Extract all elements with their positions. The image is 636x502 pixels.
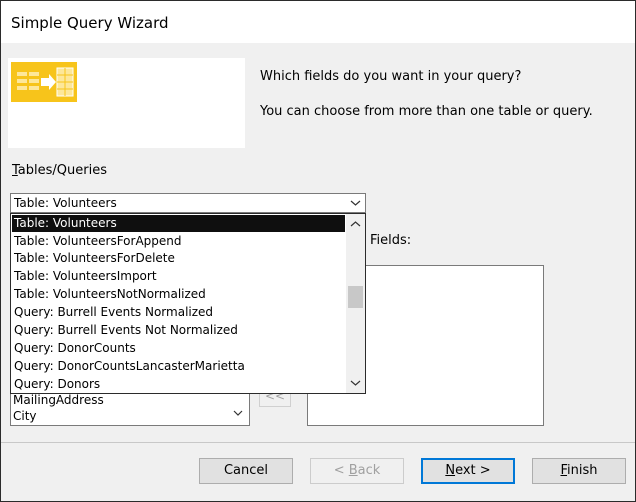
available-field-item[interactable]: MailingAddress [13,393,104,407]
next-access-key: N [445,463,456,478]
chevron-down-icon[interactable] [346,194,365,212]
tables-queries-selected-value: Table: Volunteers [14,196,117,210]
available-fields-list[interactable]: MailingAddress City [10,393,250,426]
prompt-multiple-sources: You can choose from more than one table … [260,104,593,119]
dropdown-option[interactable]: Query: DonorCountsLancasterMarietta [12,358,345,375]
footer-divider [1,442,635,443]
dropdown-option[interactable]: Table: VolunteersNotNormalized [12,286,345,303]
title-bar: Simple Query Wizard [1,1,635,43]
back-button[interactable]: < Back [310,458,404,484]
tables-queries-dropdown[interactable]: Table: Volunteers Table: VolunteersForAp… [10,213,366,394]
scrollbar-thumb[interactable] [348,286,363,308]
dropdown-option[interactable]: Table: VolunteersForDelete [12,250,345,267]
finish-button-label: inish [567,463,598,478]
dropdown-option[interactable]: Query: DonorCounts [12,340,345,357]
next-button-label: ext > [455,463,491,478]
tables-queries-combobox[interactable]: Table: Volunteers [10,193,366,213]
dropdown-option[interactable]: Table: VolunteersImport [12,268,345,285]
tables-queries-label-text: ables/Queries [17,163,107,178]
dropdown-option[interactable]: Table: Volunteers [12,215,345,232]
scroll-down-icon[interactable] [233,402,243,421]
query-wizard-window: Simple Query Wizard Which fields do you … [0,0,636,502]
dropdown-option[interactable]: Query: Burrell Events Not Normalized [12,322,345,339]
scroll-up-icon[interactable] [346,216,365,232]
dropdown-option[interactable]: Query: Donors [12,376,345,393]
back-button-prefix: < [333,463,349,478]
wizard-art-icon [11,62,77,102]
tables-queries-label: Tables/Queries [12,163,107,178]
scroll-down-icon[interactable] [346,375,365,391]
dropdown-scrollbar[interactable] [346,214,365,393]
cancel-button[interactable]: Cancel [199,458,293,484]
back-access-key: B [348,463,358,478]
dropdown-option[interactable]: Table: VolunteersForAppend [12,233,345,250]
selected-fields-label: Fields: [370,233,412,248]
available-field-item[interactable]: City [13,409,37,423]
wizard-illustration [8,58,245,148]
finish-button[interactable]: Finish [532,458,626,484]
prompt-fields-question: Which fields do you want in your query? [260,69,522,84]
window-title: Simple Query Wizard [11,14,169,32]
next-button[interactable]: Next > [421,458,515,484]
back-button-label: ack [357,463,381,478]
dropdown-option[interactable]: Query: Burrell Events Normalized [12,304,345,321]
